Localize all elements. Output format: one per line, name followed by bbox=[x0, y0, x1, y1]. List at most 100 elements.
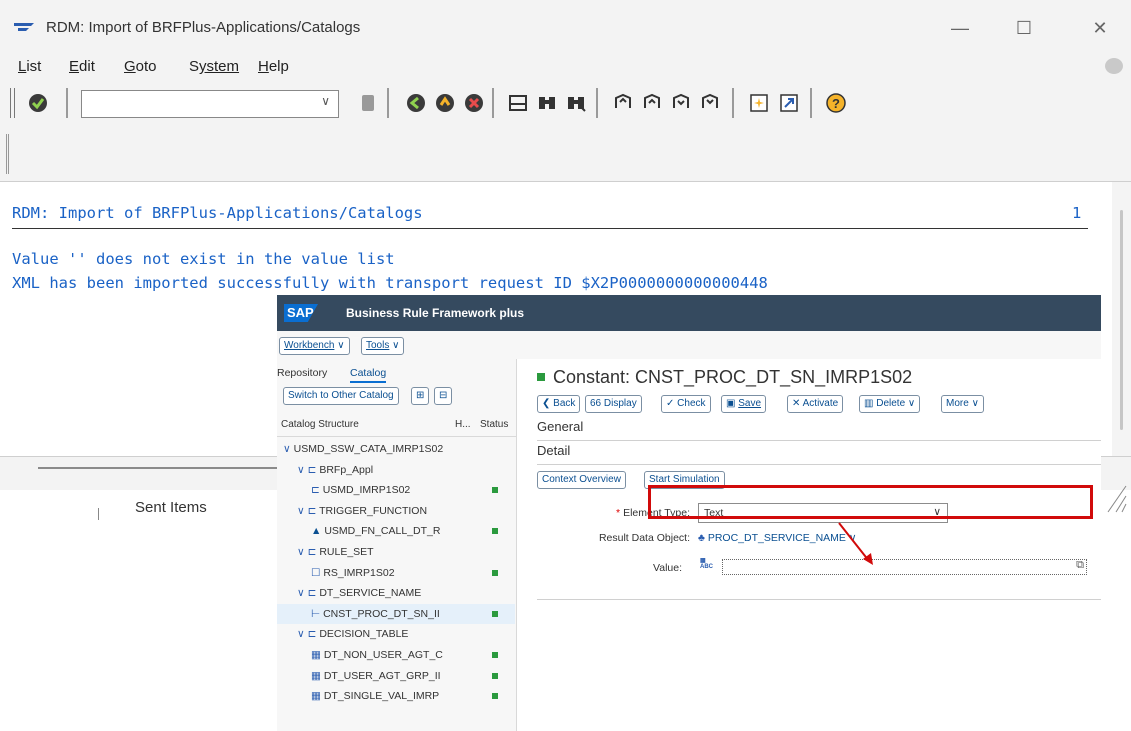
next-page-icon[interactable] bbox=[670, 92, 692, 114]
customize-layout-icon[interactable] bbox=[1105, 58, 1123, 74]
required-marker: * bbox=[616, 507, 624, 519]
toolbar-separator bbox=[492, 88, 494, 118]
system-toolbar: ∨ ? bbox=[0, 80, 1131, 130]
status-active-icon bbox=[492, 487, 498, 494]
first-page-icon[interactable] bbox=[612, 92, 634, 114]
ruleset-icon: ☐ bbox=[311, 566, 324, 579]
tab-sent-items[interactable]: Sent Items bbox=[135, 499, 207, 516]
tree-item[interactable]: ∨ ⊏ TRIGGER_FUNCTION bbox=[277, 501, 515, 521]
tree-item-label: DT_SERVICE_NAME bbox=[319, 587, 422, 600]
tree-item[interactable]: ⊏ USMD_IMRP1S02 bbox=[277, 480, 515, 500]
exit-icon[interactable] bbox=[434, 92, 456, 114]
find-next-icon[interactable] bbox=[565, 92, 587, 114]
maximize-button[interactable]: ☐ bbox=[1004, 14, 1044, 42]
back-button[interactable]: ❮ Back bbox=[537, 395, 581, 413]
result-data-object-label: Result Data Object: bbox=[598, 532, 690, 544]
section-general[interactable]: General bbox=[537, 419, 1101, 441]
new-session-icon[interactable] bbox=[748, 92, 770, 114]
value-label: Value: bbox=[653, 562, 682, 574]
save-icon: ▣ bbox=[726, 398, 736, 409]
catalog-table-header: Catalog Structure H... Status bbox=[277, 411, 517, 437]
menu-system[interactable]: System bbox=[189, 58, 239, 75]
tab-repository[interactable]: Repository bbox=[277, 367, 327, 379]
tree-item[interactable]: ∨ ⊏ RULE_SET bbox=[277, 542, 515, 562]
folder-icon: ∨ ⊏ bbox=[297, 463, 320, 476]
switch-catalog-button[interactable]: Switch to Other Catalog bbox=[283, 387, 399, 405]
form-divider bbox=[537, 599, 1101, 600]
page-title: Constant: CNST_PROC_DT_SN_IMRP1S02 bbox=[553, 367, 913, 387]
tree-item[interactable]: ▦ DT_SINGLE_VAL_IMRP bbox=[277, 686, 515, 706]
chevron-down-icon: ∨ bbox=[337, 340, 345, 351]
expand-all-icon[interactable]: ⊞ bbox=[411, 387, 429, 405]
tree-item[interactable]: ☐ RS_IMRP1S02 bbox=[277, 563, 515, 583]
workbench-menu[interactable]: Workbench ∨ bbox=[279, 337, 350, 355]
decision-table-icon: ▦ bbox=[311, 669, 324, 682]
toolbar-grip bbox=[10, 88, 11, 118]
menu-list[interactable]: List bbox=[18, 58, 41, 75]
menu-help[interactable]: Help bbox=[258, 58, 289, 75]
chevron-left-icon: ❮ bbox=[542, 398, 551, 409]
tree-item[interactable]: ∨ ⊏ DECISION_TABLE bbox=[277, 624, 515, 644]
more-button[interactable]: More ∨ bbox=[941, 395, 984, 413]
last-page-icon[interactable] bbox=[699, 92, 721, 114]
save-button[interactable]: ▣ Save bbox=[721, 395, 767, 413]
minimize-button[interactable]: — bbox=[940, 14, 980, 42]
enter-check-icon[interactable] bbox=[27, 92, 49, 114]
tree-item[interactable]: ∨ USMD_SSW_CATA_IMRP1S02 bbox=[277, 439, 515, 459]
chevron-down-icon: ∨ bbox=[971, 398, 979, 409]
scrollbar-thumb[interactable] bbox=[1120, 210, 1123, 430]
menu-goto[interactable]: Goto bbox=[124, 58, 157, 75]
tab-catalog[interactable]: Catalog bbox=[350, 367, 387, 383]
tab-divider bbox=[98, 508, 99, 520]
application-toolbar bbox=[0, 130, 1131, 182]
trash-icon: ▥ bbox=[864, 398, 874, 409]
toolbar-separator bbox=[387, 88, 389, 118]
toolbar-separator bbox=[810, 88, 812, 118]
col-status[interactable]: Status bbox=[480, 419, 508, 430]
close-button[interactable]: ✕ bbox=[1080, 14, 1120, 42]
help-icon[interactable]: ? bbox=[825, 92, 847, 114]
toolbar-separator bbox=[732, 88, 734, 118]
status-active-icon bbox=[492, 528, 498, 535]
activate-button[interactable]: ✕ Activate bbox=[787, 395, 844, 413]
chevron-down-icon[interactable]: ∨ bbox=[321, 94, 330, 108]
print-icon[interactable] bbox=[507, 92, 529, 114]
section-detail[interactable]: Detail bbox=[537, 443, 1101, 465]
tools-menu[interactable]: Tools ∨ bbox=[361, 337, 405, 355]
tree-item[interactable]: ▦ DT_USER_AGT_GRP_II bbox=[277, 666, 515, 686]
back-icon[interactable] bbox=[405, 92, 427, 114]
constant-detail-panel: Constant: CNST_PROC_DT_SN_IMRP1S02 ❮ Bac… bbox=[517, 359, 1101, 731]
delete-button[interactable]: ▥ Delete ∨ bbox=[859, 395, 921, 413]
col-catalog-structure[interactable]: Catalog Structure bbox=[281, 419, 359, 430]
tree-item-label: CNST_PROC_DT_SN_II bbox=[323, 607, 440, 620]
brfplus-title: Business Rule Framework plus bbox=[346, 306, 525, 320]
background-tab-strip: Sent Items bbox=[0, 490, 280, 520]
context-overview-button[interactable]: Context Overview bbox=[537, 471, 626, 489]
value-help-icon[interactable]: ⧉ bbox=[1076, 559, 1084, 572]
tree-item[interactable]: ▦ DT_NON_USER_AGT_C bbox=[277, 645, 515, 665]
tree-item[interactable]: ⊢ CNST_PROC_DT_SN_II bbox=[277, 603, 515, 624]
tree-item-label: DT_NON_USER_AGT_C bbox=[323, 649, 443, 661]
svg-text:?: ? bbox=[832, 96, 840, 111]
check-button[interactable]: ✓ Check bbox=[661, 395, 711, 413]
collapse-all-icon[interactable]: ⊟ bbox=[434, 387, 452, 405]
display-button[interactable]: 66 Display bbox=[585, 395, 642, 413]
tree-item-label: USMD_FN_CALL_DT_R bbox=[324, 525, 441, 538]
tree-item[interactable]: ▲ USMD_FN_CALL_DT_R bbox=[277, 521, 515, 541]
application-icon: ⊏ bbox=[311, 484, 323, 497]
previous-page-icon[interactable] bbox=[641, 92, 663, 114]
cancel-icon[interactable] bbox=[463, 92, 485, 114]
chevron-down-icon: ∨ bbox=[283, 443, 294, 455]
sap-logo: SAP bbox=[284, 304, 318, 322]
shortcut-icon[interactable] bbox=[778, 92, 800, 114]
value-input[interactable]: ⧉ bbox=[722, 559, 1087, 575]
vertical-scrollbar[interactable] bbox=[1112, 182, 1131, 487]
resize-grip-icon[interactable] bbox=[1098, 476, 1128, 514]
col-h[interactable]: H... bbox=[455, 419, 471, 430]
command-field[interactable]: ∨ bbox=[81, 90, 339, 118]
find-icon[interactable] bbox=[536, 92, 558, 114]
menu-edit[interactable]: Edit bbox=[69, 58, 95, 75]
brfplus-menu-bar: Workbench ∨ Tools ∨ bbox=[277, 331, 1101, 359]
tree-item[interactable]: ∨ ⊏ BRFp_Appl bbox=[277, 460, 515, 480]
tree-item[interactable]: ∨ ⊏ DT_SERVICE_NAME bbox=[277, 583, 515, 603]
